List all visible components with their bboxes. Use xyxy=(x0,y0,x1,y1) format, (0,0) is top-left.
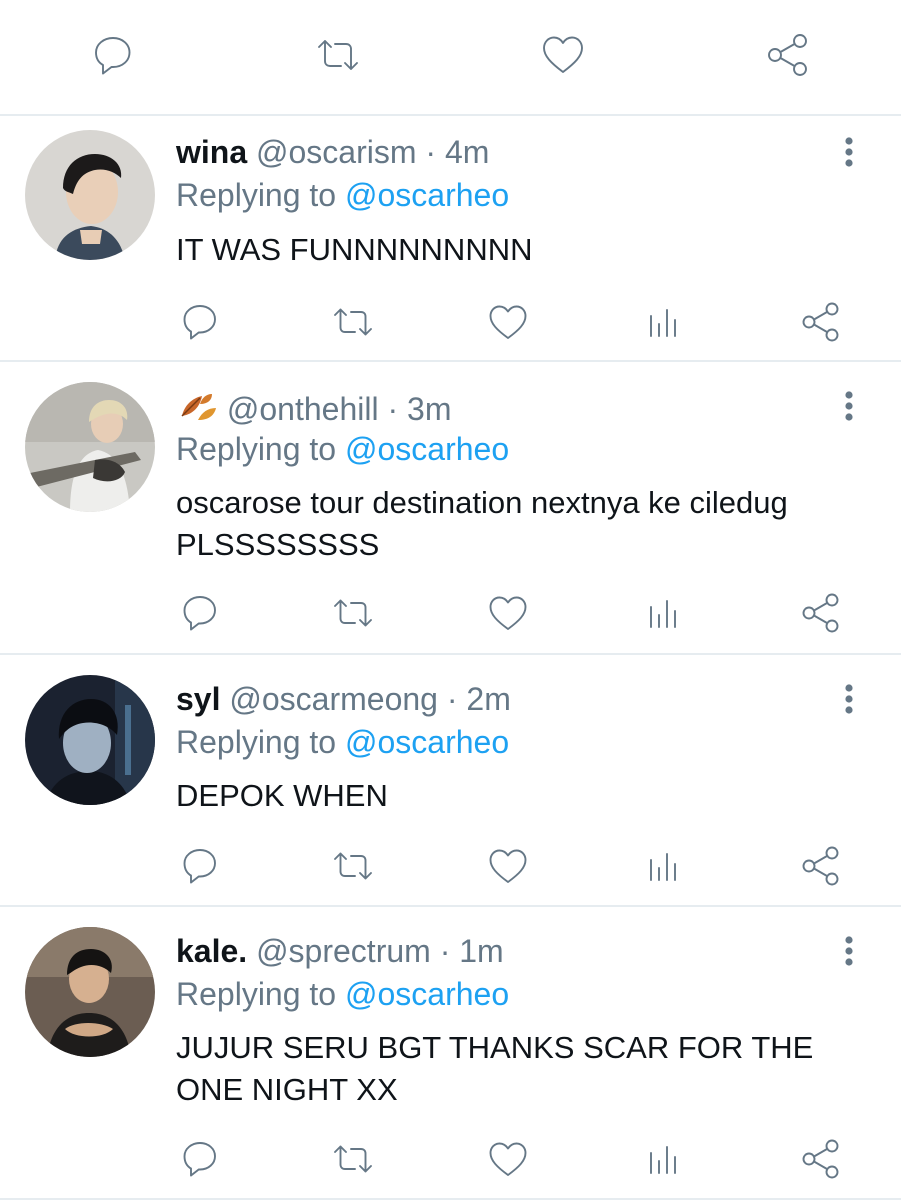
reply-header: @onthehill · 3m xyxy=(176,386,451,429)
replying-to-link[interactable]: @oscarheo xyxy=(345,976,509,1012)
share-icon[interactable] xyxy=(799,300,843,344)
display-name[interactable]: wina xyxy=(176,134,247,170)
handle[interactable]: @oscarism xyxy=(256,134,417,170)
more-options-icon[interactable] xyxy=(834,386,864,426)
like-icon[interactable] xyxy=(539,31,587,79)
like-icon[interactable] xyxy=(486,591,530,635)
timestamp[interactable]: 4m xyxy=(445,134,489,170)
separator-dot: · xyxy=(425,134,437,170)
replying-to: Replying to @oscarheo xyxy=(176,722,509,762)
analytics-icon[interactable] xyxy=(641,591,685,635)
reply-icon[interactable] xyxy=(178,844,222,888)
retweet-icon[interactable] xyxy=(331,1137,375,1181)
reply-icon[interactable] xyxy=(178,300,222,344)
reply-icon[interactable] xyxy=(178,591,222,635)
reply-tweet[interactable]: syl @oscarmeong · 2m Replying to @oscarh… xyxy=(0,655,901,907)
reply-tweet[interactable]: @onthehill · 3m Replying to @oscarheo os… xyxy=(0,362,901,655)
avatar[interactable] xyxy=(25,675,155,805)
handle[interactable]: @onthehill xyxy=(227,391,379,427)
replying-to-link[interactable]: @oscarheo xyxy=(345,177,509,213)
replying-to-link[interactable]: @oscarheo xyxy=(345,724,509,760)
analytics-icon[interactable] xyxy=(641,844,685,888)
reply-tweet[interactable]: wina @oscarism · 4m Replying to @oscarhe… xyxy=(0,116,901,362)
replying-to: Replying to @oscarheo xyxy=(176,974,509,1014)
retweet-icon[interactable] xyxy=(331,300,375,344)
replying-to-link[interactable]: @oscarheo xyxy=(345,431,509,467)
reply-header: wina @oscarism · 4m xyxy=(176,132,489,172)
replying-to-label: Replying to xyxy=(176,724,337,760)
timestamp[interactable]: 3m xyxy=(407,391,451,427)
display-name[interactable]: syl xyxy=(176,681,220,717)
autumn-leaves-icon xyxy=(176,386,218,426)
avatar[interactable] xyxy=(25,130,155,260)
retweet-icon[interactable] xyxy=(331,591,375,635)
avatar[interactable] xyxy=(25,382,155,512)
separator-dot: · xyxy=(387,391,399,427)
handle[interactable]: @oscarmeong xyxy=(229,681,438,717)
reply-text: oscarose tour destination nextnya ke cil… xyxy=(176,485,788,562)
share-icon[interactable] xyxy=(799,1137,843,1181)
retweet-icon[interactable] xyxy=(314,31,362,79)
reply-action-bar xyxy=(0,844,901,888)
replying-to-label: Replying to xyxy=(176,431,337,467)
reply-action-bar xyxy=(0,300,901,344)
share-icon[interactable] xyxy=(799,591,843,635)
reply-header: kale. @sprectrum · 1m xyxy=(176,931,504,971)
reply-header: syl @oscarmeong · 2m xyxy=(176,679,511,719)
display-name[interactable]: kale. xyxy=(176,933,247,969)
replying-to: Replying to @oscarheo xyxy=(176,175,509,215)
analytics-icon[interactable] xyxy=(641,1137,685,1181)
replying-to-label: Replying to xyxy=(176,177,337,213)
share-icon[interactable] xyxy=(764,31,812,79)
like-icon[interactable] xyxy=(486,844,530,888)
separator-dot: · xyxy=(439,933,451,969)
replying-to: Replying to @oscarheo xyxy=(176,429,509,469)
retweet-icon[interactable] xyxy=(331,844,375,888)
like-icon[interactable] xyxy=(486,300,530,344)
reply-action-bar xyxy=(0,591,901,635)
like-icon[interactable] xyxy=(486,1137,530,1181)
reply-icon[interactable] xyxy=(89,31,137,79)
main-tweet-action-bar xyxy=(0,0,901,116)
analytics-icon[interactable] xyxy=(641,300,685,344)
reply-text: JUJUR SERU BGT THANKS SCAR FOR THE ONE N… xyxy=(176,1030,814,1107)
handle[interactable]: @sprectrum xyxy=(256,933,431,969)
more-options-icon[interactable] xyxy=(834,132,864,172)
reply-icon[interactable] xyxy=(178,1137,222,1181)
share-icon[interactable] xyxy=(799,844,843,888)
avatar[interactable] xyxy=(25,927,155,1057)
separator-dot: · xyxy=(446,681,458,717)
replying-to-label: Replying to xyxy=(176,976,337,1012)
reply-tweet[interactable]: kale. @sprectrum · 1m Replying to @oscar… xyxy=(0,907,901,1200)
more-options-icon[interactable] xyxy=(834,679,864,719)
more-options-icon[interactable] xyxy=(834,931,864,971)
reply-text: DEPOK WHEN xyxy=(176,778,388,813)
timestamp[interactable]: 2m xyxy=(466,681,510,717)
reply-text: IT WAS FUNNNNNNNNN xyxy=(176,232,533,267)
reply-action-bar xyxy=(0,1137,901,1181)
timestamp[interactable]: 1m xyxy=(459,933,503,969)
